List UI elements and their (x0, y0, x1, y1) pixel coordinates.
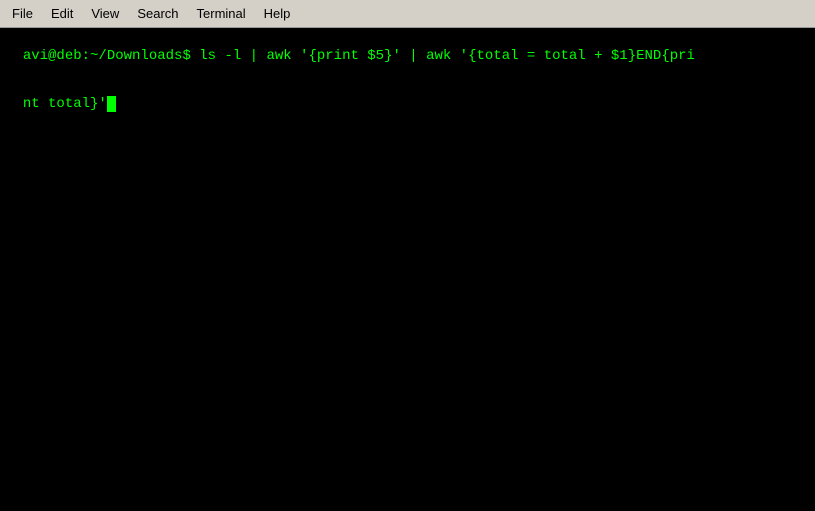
terminal-cursor (107, 96, 116, 112)
menu-view[interactable]: View (83, 4, 127, 23)
terminal-output[interactable]: avi@deb:~/Downloads$ ls -l | awk '{print… (0, 28, 815, 511)
menu-search[interactable]: Search (129, 4, 186, 23)
terminal-line1: avi@deb:~/Downloads$ ls -l | awk '{print… (23, 48, 695, 64)
terminal-line2: nt total}' (23, 96, 107, 112)
menubar: File Edit View Search Terminal Help (0, 0, 815, 28)
menu-file[interactable]: File (4, 4, 41, 23)
menu-terminal[interactable]: Terminal (189, 4, 254, 23)
menu-edit[interactable]: Edit (43, 4, 81, 23)
menu-help[interactable]: Help (256, 4, 299, 23)
